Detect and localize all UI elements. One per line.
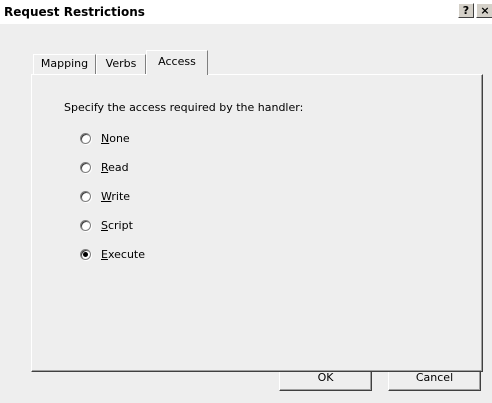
- close-icon: ×: [480, 4, 490, 17]
- radio-none-mnemonic: N: [101, 131, 110, 145]
- access-tab-panel: Specify the access required by the handl…: [31, 74, 483, 372]
- ok-button-label: OK: [317, 371, 334, 384]
- radio-script[interactable]: Script: [80, 217, 133, 233]
- request-restrictions-dialog: Request Restrictions ? × Mapping Verbs A…: [0, 0, 492, 403]
- radio-execute-mnemonic: E: [101, 247, 108, 261]
- radio-execute-label-rest: xecute: [107, 247, 145, 261]
- help-icon: ?: [462, 4, 470, 17]
- access-prompt: Specify the access required by the handl…: [64, 101, 304, 114]
- close-button[interactable]: ×: [476, 3, 492, 18]
- radio-script-button[interactable]: [80, 219, 91, 231]
- radio-execute-button[interactable]: [80, 248, 91, 260]
- radio-none[interactable]: None: [80, 130, 130, 146]
- tab-access[interactable]: Access: [146, 50, 208, 75]
- radio-write[interactable]: Write: [80, 188, 130, 204]
- radio-execute[interactable]: Execute: [80, 246, 145, 262]
- tab-mapping[interactable]: Mapping: [33, 54, 96, 74]
- radio-read[interactable]: Read: [80, 159, 129, 175]
- dialog-body: Mapping Verbs Access Specify the access …: [0, 24, 492, 403]
- tab-mapping-label: Mapping: [40, 57, 89, 70]
- tab-verbs-label: Verbs: [105, 57, 137, 70]
- tab-access-label: Access: [158, 55, 196, 68]
- radio-none-button[interactable]: [80, 132, 91, 144]
- radio-write-label: Write: [101, 190, 130, 203]
- radio-write-label-rest: rite: [111, 189, 131, 203]
- radio-read-button[interactable]: [80, 161, 91, 173]
- window-title: Request Restrictions: [4, 5, 145, 19]
- help-button[interactable]: ?: [458, 3, 474, 18]
- radio-script-mnemonic: S: [101, 218, 108, 232]
- radio-read-label: Read: [101, 161, 129, 174]
- radio-script-label: Script: [101, 219, 133, 232]
- radio-none-label-rest: one: [109, 131, 130, 145]
- title-bar[interactable]: Request Restrictions ? ×: [0, 0, 492, 24]
- radio-write-button[interactable]: [80, 190, 91, 202]
- radio-write-mnemonic: W: [101, 189, 112, 203]
- radio-none-label: None: [101, 132, 130, 145]
- tab-verbs[interactable]: Verbs: [96, 54, 146, 74]
- radio-script-label-rest: cript: [107, 218, 133, 232]
- radio-read-label-rest: ead: [108, 160, 129, 174]
- cancel-button-label: Cancel: [415, 371, 454, 384]
- radio-execute-label: Execute: [101, 248, 145, 261]
